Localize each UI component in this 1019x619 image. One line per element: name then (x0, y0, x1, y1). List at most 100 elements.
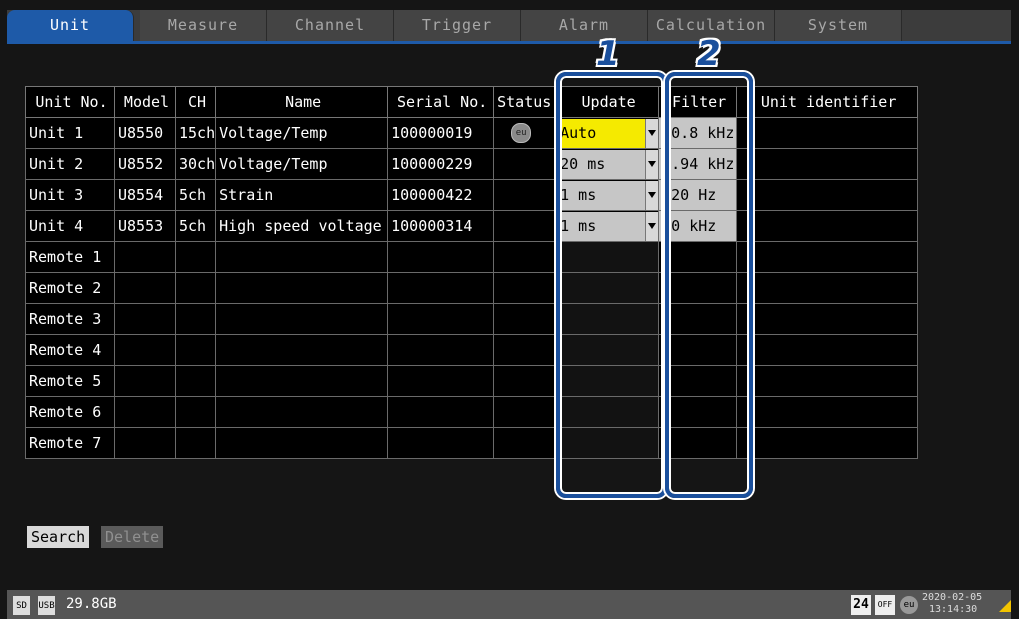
screen: Unit Measure Channel Trigger Alarm Calcu… (0, 0, 1019, 619)
cell-empty (493, 365, 557, 397)
header-name: Name (215, 86, 389, 118)
header-ch: CH (174, 86, 217, 118)
table-row: Remote 1 (25, 241, 919, 273)
cell-model: U8550 (114, 117, 176, 149)
24h-indicator-icon: 24 (851, 595, 871, 615)
cell-unit-identifier[interactable]: ABCDEFGHIJKLMNO (736, 117, 919, 149)
cell-empty (174, 365, 217, 397)
cell-unit-no: Unit 1 (25, 117, 115, 149)
callout-number-2: 2 (697, 34, 721, 74)
cell-empty (114, 334, 176, 366)
cell-name: Voltage/Temp (215, 117, 389, 149)
header-model: Model (114, 86, 176, 118)
cell-empty (493, 396, 557, 428)
tab-bar: Unit Measure Channel Trigger Alarm Calcu… (7, 10, 1011, 41)
cell-empty (215, 427, 389, 459)
cell-unit-identifier[interactable] (736, 179, 919, 211)
tab-underline (7, 41, 1011, 44)
table-row: Unit 1 U8550 15ch Voltage/Temp 100000019… (25, 117, 919, 149)
cell-name: Strain (215, 179, 389, 211)
cell-serial: 100000422 (387, 179, 495, 211)
eu-status-icon: eu (511, 123, 532, 143)
cell-empty (174, 334, 217, 366)
cell-empty (174, 427, 217, 459)
search-button[interactable]: Search (27, 526, 90, 548)
header-unit-no: Unit No. (25, 86, 115, 118)
cell-empty (493, 427, 557, 459)
cell-serial: 100000314 (387, 210, 495, 242)
tab-channel[interactable]: Channel (267, 10, 394, 41)
cell-empty (736, 241, 919, 273)
tab-system[interactable]: System (775, 10, 902, 41)
cell-ch: 5ch (174, 179, 217, 211)
cell-ch: 5ch (174, 210, 217, 242)
tab-trigger[interactable]: Trigger (394, 10, 521, 41)
cell-empty (387, 365, 495, 397)
cell-unit-no: Unit 3 (25, 179, 115, 211)
tab-measure[interactable]: Measure (140, 10, 267, 41)
cell-empty (215, 272, 389, 304)
cell-empty (114, 272, 176, 304)
header-status: Status (493, 86, 557, 118)
header-serial: Serial No. (387, 86, 495, 118)
cell-unit-no: Remote 4 (25, 334, 115, 366)
table-row: Remote 5 (25, 365, 919, 397)
time-display: 13:14:30 (929, 604, 978, 615)
cell-empty (387, 272, 495, 304)
cell-empty (215, 334, 389, 366)
table-header-row: Unit No. Model CH Name Serial No. Status… (25, 86, 919, 118)
unit-table: Unit No. Model CH Name Serial No. Status… (25, 86, 919, 459)
cell-empty (114, 396, 176, 428)
cell-ch: 30ch (174, 148, 217, 180)
cell-empty (215, 365, 389, 397)
cell-empty (736, 427, 919, 459)
table-row: Remote 3 (25, 303, 919, 335)
cell-status (493, 179, 557, 211)
update-column-highlight (556, 72, 667, 498)
cell-empty (736, 303, 919, 335)
corner-indicator-icon (999, 600, 1011, 612)
cell-serial: 100000229 (387, 148, 495, 180)
cell-empty (174, 303, 217, 335)
eu-icon: eu (900, 596, 918, 614)
cell-unit-identifier[interactable]: abcdefghijklmno (736, 148, 919, 180)
cell-unit-no: Remote 2 (25, 272, 115, 304)
cell-empty (736, 334, 919, 366)
table-row: Remote 6 (25, 396, 919, 428)
cell-unit-no: Remote 7 (25, 427, 115, 459)
cell-empty (736, 272, 919, 304)
header-unit-identifier: Unit identifier (736, 86, 919, 118)
cell-name: High speed voltage (215, 210, 389, 242)
tab-alarm[interactable]: Alarm (521, 10, 648, 41)
storage-free-space: 29.8GB (66, 596, 117, 612)
cell-empty (493, 303, 557, 335)
cell-empty (114, 303, 176, 335)
table-row: Unit 3 U8554 5ch Strain 100000422 1 ms 1… (25, 179, 919, 211)
cell-status (493, 148, 557, 180)
cell-unit-no: Remote 5 (25, 365, 115, 397)
delete-button[interactable]: Delete (101, 526, 164, 548)
cell-empty (215, 396, 389, 428)
cell-unit-no: Remote 3 (25, 303, 115, 335)
tab-unit[interactable]: Unit (7, 10, 134, 41)
cell-model: U8553 (114, 210, 176, 242)
cell-unit-no: Remote 6 (25, 396, 115, 428)
table-row: Unit 2 U8552 30ch Voltage/Temp 100000229… (25, 148, 919, 180)
cell-empty (114, 241, 176, 273)
cell-empty (387, 334, 495, 366)
off-indicator-icon: OFF (875, 595, 895, 615)
cell-empty (736, 396, 919, 428)
cell-ch: 15ch (174, 117, 217, 149)
cell-empty (174, 241, 217, 273)
cell-serial: 100000019 (387, 117, 495, 149)
cell-status (493, 210, 557, 242)
cell-empty (493, 334, 557, 366)
table-row: Remote 2 (25, 272, 919, 304)
cell-empty (736, 365, 919, 397)
cell-unit-identifier[interactable] (736, 210, 919, 242)
cell-empty (387, 427, 495, 459)
cell-empty (114, 365, 176, 397)
table-row: Remote 7 (25, 427, 919, 459)
filter-column-highlight (665, 72, 753, 498)
cell-empty (174, 272, 217, 304)
